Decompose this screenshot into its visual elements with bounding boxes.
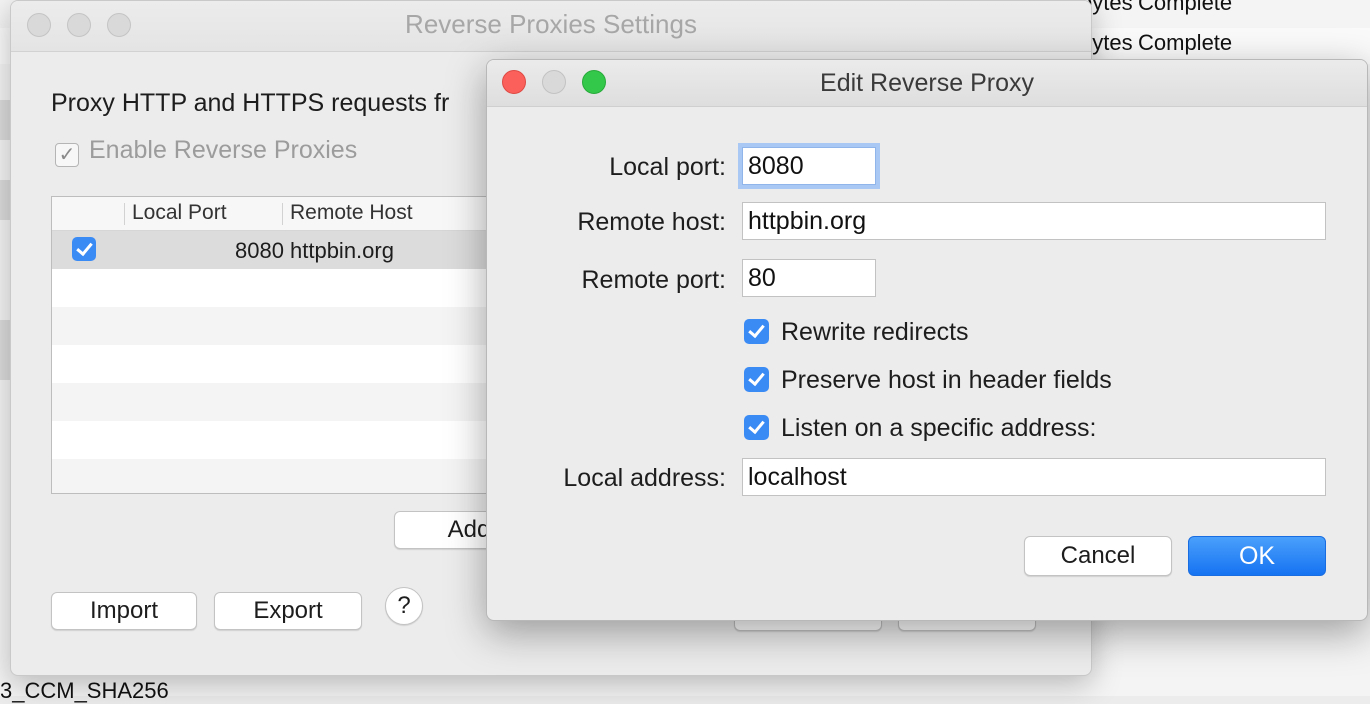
row-remote-host: httpbin.org [290, 238, 394, 263]
remote-host-field[interactable] [742, 202, 1326, 240]
column-divider [124, 203, 125, 225]
proxies-table: Local Port Remote Host 8080 httpbin.org [51, 196, 493, 494]
local-port-label: Local port: [609, 153, 726, 181]
remote-host-label: Remote host: [577, 208, 726, 236]
remote-port-field[interactable] [742, 259, 876, 297]
empty-table-row [52, 307, 492, 345]
background-divider [0, 320, 10, 380]
column-divider [282, 203, 283, 225]
preserve-host-label: Preserve host in header fields [781, 366, 1112, 394]
export-button[interactable]: Export [214, 592, 362, 630]
local-address-label: Local address: [563, 464, 726, 492]
edit-reverse-proxy-dialog: Edit Reverse Proxy Local port: Remote ho… [486, 59, 1368, 621]
empty-table-row [52, 345, 492, 383]
checkmark-icon [744, 415, 769, 440]
rewrite-redirects-checkbox[interactable]: Rewrite redirects [744, 318, 969, 347]
empty-table-row [52, 383, 492, 421]
column-header-local-port[interactable]: Local Port [132, 201, 227, 225]
enable-reverse-proxies-label: Enable Reverse Proxies [89, 136, 358, 164]
table-header: Local Port Remote Host [52, 197, 492, 231]
listen-specific-address-label: Listen on a specific address: [781, 414, 1097, 442]
checkmark-icon [744, 319, 769, 344]
enable-reverse-proxies-checkbox[interactable]: ✓ Enable Reverse Proxies [55, 136, 357, 167]
row-local-port: 8080 [235, 238, 284, 263]
import-button[interactable]: Import [51, 592, 197, 630]
background-status: Complete [1138, 0, 1233, 15]
local-port-field[interactable] [742, 147, 876, 185]
listen-specific-address-checkbox[interactable]: Listen on a specific address: [744, 414, 1096, 443]
titlebar: Edit Reverse Proxy [487, 60, 1367, 107]
background-divider [0, 100, 10, 140]
help-button[interactable]: ? [385, 587, 423, 625]
background-bottom-text: 3_CCM_SHA256 [0, 678, 169, 703]
local-address-field[interactable] [742, 458, 1326, 496]
window-title: Reverse Proxies Settings [405, 9, 697, 39]
table-row[interactable]: 8080 httpbin.org [52, 231, 492, 269]
background-status: Complete [1138, 30, 1233, 55]
checkmark-icon [744, 367, 769, 392]
row-enabled-checkbox[interactable] [72, 237, 96, 261]
settings-heading: Proxy HTTP and HTTPS requests fr [51, 89, 450, 117]
cancel-button[interactable]: Cancel [1024, 536, 1172, 576]
titlebar: Reverse Proxies Settings [11, 1, 1091, 52]
remote-port-label: Remote port: [581, 266, 726, 294]
empty-table-row [52, 421, 492, 459]
rewrite-redirects-label: Rewrite redirects [781, 318, 969, 346]
empty-table-row [52, 459, 492, 493]
empty-table-row [52, 269, 492, 307]
dialog-title: Edit Reverse Proxy [820, 69, 1034, 97]
checkmark-icon: ✓ [55, 143, 79, 167]
background-divider [0, 180, 10, 220]
ok-button[interactable]: OK [1188, 536, 1326, 576]
preserve-host-checkbox[interactable]: Preserve host in header fields [744, 366, 1112, 395]
column-header-remote-host[interactable]: Remote Host [290, 201, 413, 225]
